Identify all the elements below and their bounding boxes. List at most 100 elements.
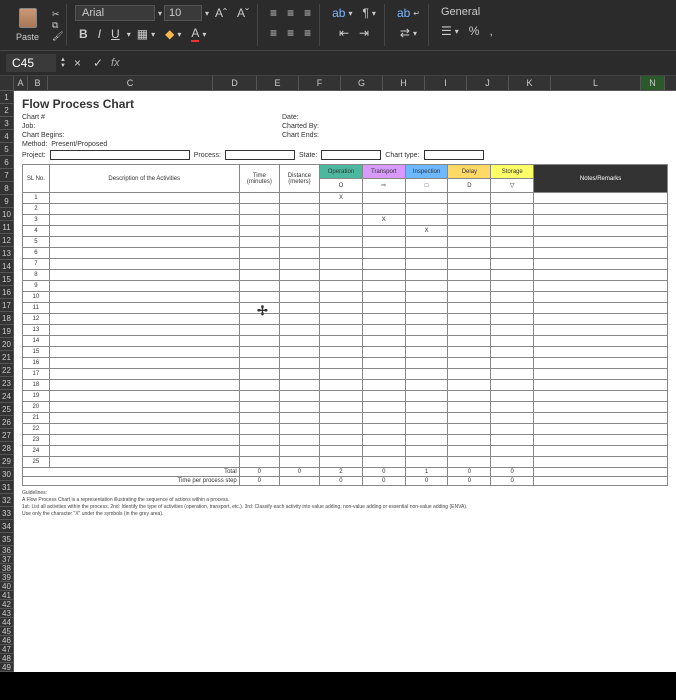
table-row[interactable]: 19 bbox=[23, 391, 668, 402]
row-header[interactable]: 12 bbox=[0, 234, 14, 247]
font-size-select[interactable] bbox=[164, 5, 202, 21]
borders-button[interactable]: ▦▾ bbox=[133, 25, 159, 43]
col-header[interactable]: E bbox=[257, 76, 299, 90]
col-header[interactable]: D bbox=[213, 76, 257, 90]
font-name-select[interactable] bbox=[75, 5, 155, 21]
col-header[interactable]: L bbox=[551, 76, 641, 90]
fx-icon[interactable]: fx bbox=[111, 57, 120, 69]
format-painter-button[interactable]: 🖌 bbox=[48, 31, 62, 41]
row-header[interactable]: 20 bbox=[0, 338, 14, 351]
align-middle-button[interactable]: ≡ bbox=[283, 4, 298, 22]
align-left-button[interactable]: ≡ bbox=[266, 24, 281, 42]
table-row[interactable]: 23 bbox=[23, 435, 668, 446]
table-row[interactable]: 6 bbox=[23, 248, 668, 259]
row-header[interactable]: 17 bbox=[0, 299, 14, 312]
table-row[interactable]: 10 bbox=[23, 292, 668, 303]
row-header[interactable]: 18 bbox=[0, 312, 14, 325]
col-header[interactable]: A bbox=[14, 76, 28, 90]
row-header[interactable]: 27 bbox=[0, 429, 14, 442]
row-header[interactable]: 29 bbox=[0, 455, 14, 468]
row-header[interactable]: 6 bbox=[0, 156, 14, 169]
row-header[interactable]: 1 bbox=[0, 91, 14, 104]
merge-button[interactable]: ⇄▾ bbox=[396, 24, 421, 42]
row-header[interactable]: 37 bbox=[0, 555, 14, 564]
show-paragraph-button[interactable]: ¶▾ bbox=[358, 4, 379, 22]
row-header[interactable]: 48 bbox=[0, 654, 14, 663]
col-header[interactable]: J bbox=[467, 76, 509, 90]
row-header[interactable]: 16 bbox=[0, 286, 14, 299]
row-header[interactable]: 13 bbox=[0, 247, 14, 260]
table-row[interactable]: 5 bbox=[23, 237, 668, 248]
row-header[interactable]: 19 bbox=[0, 325, 14, 338]
col-header[interactable]: G bbox=[341, 76, 383, 90]
name-box-spinner[interactable]: ▲▼ bbox=[60, 57, 66, 69]
copy-button[interactable]: ⧉ bbox=[48, 20, 62, 30]
col-header[interactable]: F bbox=[299, 76, 341, 90]
row-header[interactable]: 32 bbox=[0, 494, 14, 507]
row-header[interactable]: 9 bbox=[0, 195, 14, 208]
table-row[interactable]: 15 bbox=[23, 347, 668, 358]
process-input[interactable] bbox=[225, 150, 295, 160]
cancel-formula-button[interactable]: × bbox=[70, 54, 85, 72]
col-header[interactable]: C bbox=[48, 76, 213, 90]
grow-font-button[interactable]: Aˆ bbox=[211, 4, 231, 22]
col-header[interactable]: K bbox=[509, 76, 551, 90]
number-format-select[interactable]: General bbox=[437, 4, 484, 20]
row-header[interactable]: 49 bbox=[0, 663, 14, 672]
paste-button[interactable]: Paste bbox=[10, 6, 45, 44]
project-input[interactable] bbox=[50, 150, 190, 160]
row-header[interactable]: 38 bbox=[0, 564, 14, 573]
table-row[interactable]: 17 bbox=[23, 369, 668, 380]
row-header[interactable]: 33 bbox=[0, 507, 14, 520]
row-header[interactable]: 43 bbox=[0, 609, 14, 618]
fill-color-button[interactable]: ◆▾ bbox=[161, 25, 185, 43]
table-row[interactable]: 9 bbox=[23, 281, 668, 292]
table-row[interactable]: 1X bbox=[23, 193, 668, 204]
table-row[interactable]: 14 bbox=[23, 336, 668, 347]
chevron-down-icon[interactable]: ▾ bbox=[205, 9, 209, 18]
table-row[interactable]: 12 bbox=[23, 314, 668, 325]
chart-type-input[interactable] bbox=[424, 150, 484, 160]
align-center-button[interactable]: ≡ bbox=[283, 24, 298, 42]
table-row[interactable]: 3X bbox=[23, 215, 668, 226]
cut-button[interactable]: ✂ bbox=[48, 9, 62, 19]
table-row[interactable]: 21 bbox=[23, 413, 668, 424]
row-header[interactable]: 24 bbox=[0, 390, 14, 403]
row-header[interactable]: 45 bbox=[0, 627, 14, 636]
table-row[interactable]: 2 bbox=[23, 204, 668, 215]
worksheet[interactable]: A B C D E F G H I J K L N 12345678910111… bbox=[0, 76, 676, 672]
table-row[interactable]: 8 bbox=[23, 270, 668, 281]
row-header[interactable]: 21 bbox=[0, 351, 14, 364]
row-header[interactable]: 42 bbox=[0, 600, 14, 609]
row-header[interactable]: 3 bbox=[0, 117, 14, 130]
state-input[interactable] bbox=[321, 150, 381, 160]
table-row[interactable]: 13 bbox=[23, 325, 668, 336]
decrease-indent-button[interactable]: ⇤ bbox=[335, 24, 353, 42]
select-all-corner[interactable] bbox=[0, 76, 14, 90]
confirm-formula-button[interactable]: ✓ bbox=[89, 54, 107, 72]
font-color-button[interactable]: A▾ bbox=[187, 24, 210, 44]
row-header[interactable]: 2 bbox=[0, 104, 14, 117]
row-header[interactable]: 47 bbox=[0, 645, 14, 654]
table-row[interactable]: 18 bbox=[23, 380, 668, 391]
col-header[interactable]: B bbox=[28, 76, 48, 90]
table-row[interactable]: 22 bbox=[23, 424, 668, 435]
row-header[interactable]: 28 bbox=[0, 442, 14, 455]
chevron-down-icon[interactable]: ▾ bbox=[127, 30, 131, 39]
row-header[interactable]: 31 bbox=[0, 481, 14, 494]
row-header[interactable]: 23 bbox=[0, 377, 14, 390]
sheet-content[interactable]: Flow Process Chart Chart #Date: Job:Char… bbox=[14, 91, 676, 672]
row-header[interactable]: 30 bbox=[0, 468, 14, 481]
shrink-font-button[interactable]: Aˇ bbox=[233, 4, 253, 22]
row-header[interactable]: 46 bbox=[0, 636, 14, 645]
align-bottom-button[interactable]: ≡ bbox=[300, 4, 315, 22]
percent-button[interactable]: % bbox=[465, 22, 484, 40]
table-row[interactable]: 4X bbox=[23, 226, 668, 237]
row-header[interactable]: 26 bbox=[0, 416, 14, 429]
row-header[interactable]: 14 bbox=[0, 260, 14, 273]
align-right-button[interactable]: ≡ bbox=[300, 24, 315, 42]
name-box[interactable] bbox=[6, 54, 56, 72]
col-header[interactable]: N bbox=[641, 76, 665, 90]
row-header[interactable]: 22 bbox=[0, 364, 14, 377]
currency-button[interactable]: ☰▾ bbox=[437, 22, 463, 40]
